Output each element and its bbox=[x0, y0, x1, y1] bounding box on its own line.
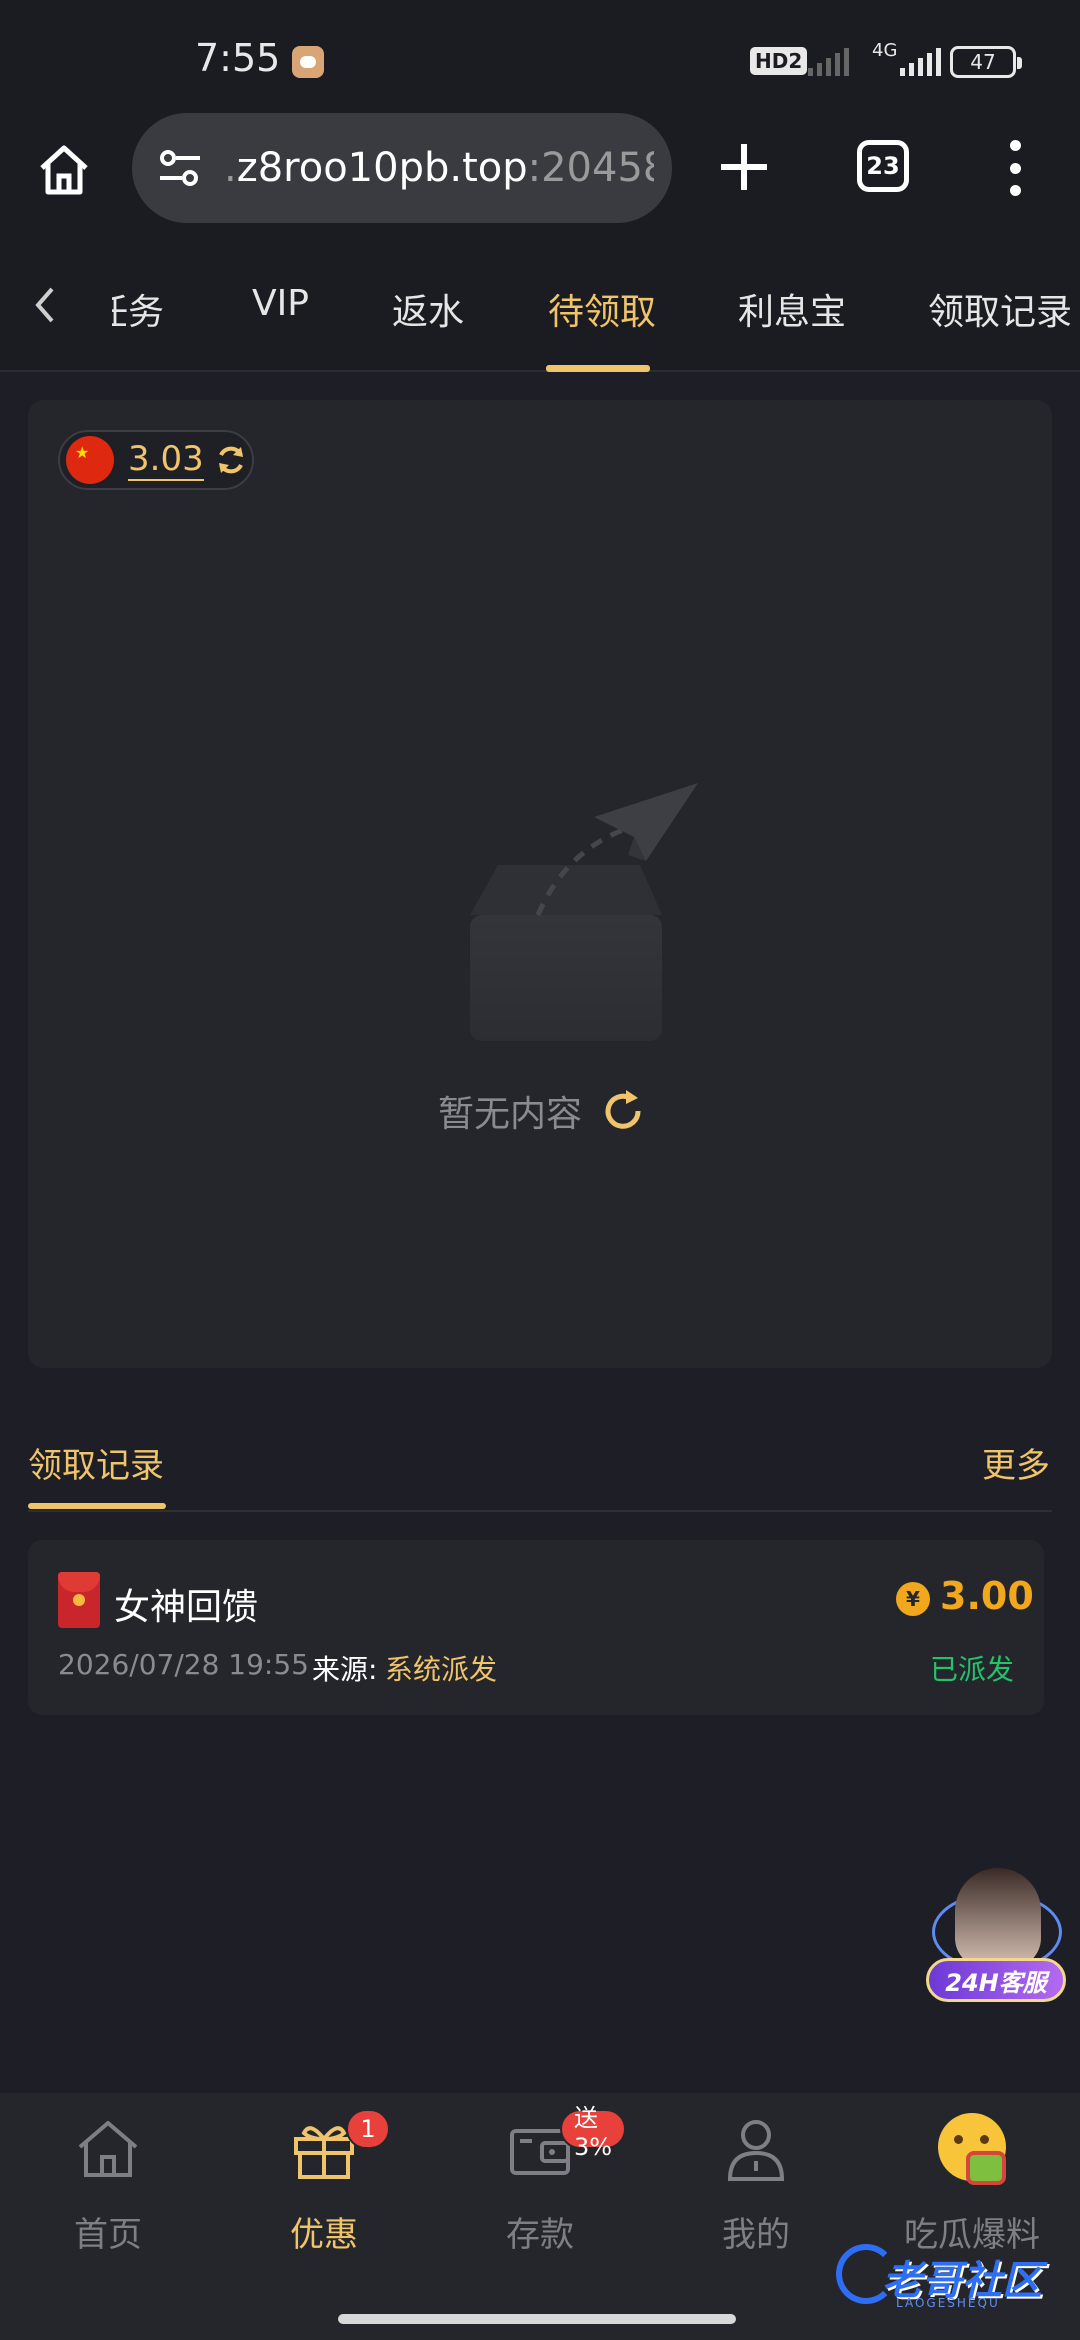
nav-deposit-label: 存款 bbox=[506, 2215, 574, 2255]
site-settings-icon[interactable] bbox=[152, 140, 208, 196]
red-envelope-icon bbox=[58, 1572, 100, 1628]
nav-home-label: 首页 bbox=[74, 2215, 142, 2255]
user-icon bbox=[727, 2120, 785, 2181]
message-notification-icon bbox=[292, 46, 324, 78]
promotions-badge: 1 bbox=[346, 2109, 390, 2149]
melon-emoji-icon bbox=[938, 2113, 1006, 2185]
records-more-link[interactable]: 更多 bbox=[982, 1438, 1050, 1487]
deposit-badge: 送3% bbox=[560, 2104, 627, 2161]
records-title-underline bbox=[28, 1503, 166, 1509]
record-date: 2026/07/28 19:55 bbox=[58, 1648, 309, 1681]
tab-interest[interactable]: 利息宝 bbox=[738, 283, 846, 335]
balance-amount: 3.03 bbox=[128, 439, 204, 481]
chevron-left-icon[interactable] bbox=[30, 285, 60, 325]
pending-claim-panel: ★ 3.03 暂无内容 bbox=[28, 400, 1052, 1368]
hd-voice-icon: HD2 bbox=[750, 47, 808, 75]
nav-profile-label: 我的 bbox=[722, 2215, 790, 2255]
home-icon bbox=[78, 2121, 138, 2177]
records-divider bbox=[28, 1510, 1052, 1512]
tab-rebate[interactable]: 返水 bbox=[392, 283, 464, 335]
refresh-icon[interactable] bbox=[600, 1088, 646, 1134]
watermark-subtext: LAOGESHEQU bbox=[896, 2296, 1000, 2310]
battery-level: 47 bbox=[970, 50, 996, 74]
signal-sim1-icon bbox=[808, 48, 849, 76]
support-badge: 24H客服 bbox=[926, 1958, 1066, 2002]
yuan-coin-icon: ¥ bbox=[896, 1582, 930, 1616]
records-section-title[interactable]: 领取记录 bbox=[28, 1438, 164, 1487]
record-source-label: 来源: bbox=[312, 1653, 378, 1686]
network-type: 4G bbox=[872, 40, 898, 61]
nav-deposit[interactable]: 送3% 存款 bbox=[460, 2104, 627, 2255]
home-indicator[interactable] bbox=[338, 2314, 736, 2324]
nav-promotions-label: 优惠 bbox=[290, 2215, 358, 2255]
url-text: .z8roo10pb.top:20458 bbox=[224, 145, 654, 191]
status-time: 7:55 bbox=[195, 36, 281, 80]
nav-gossip[interactable]: 吃瓜爆料 bbox=[892, 2113, 1052, 2255]
new-tab-plus-icon[interactable] bbox=[715, 138, 773, 196]
more-menu-icon[interactable] bbox=[1005, 140, 1025, 196]
browser-toolbar: .z8roo10pb.top:20458 23 bbox=[0, 110, 1080, 225]
tab-pending-claim[interactable]: 待领取 bbox=[548, 283, 656, 335]
tab-switcher-button[interactable]: 23 bbox=[857, 140, 909, 192]
record-amount: 3.00 bbox=[940, 1574, 1034, 1618]
support-avatar bbox=[955, 1868, 1041, 1968]
tab-claim-history[interactable]: 领取记录 bbox=[928, 283, 1072, 335]
status-bar: 7:55 HD2 4G 47 bbox=[0, 0, 1080, 110]
nav-profile[interactable]: 我的 bbox=[676, 2115, 836, 2255]
category-tabs: 任务 VIP 返水 待领取 利息宝 领取记录 bbox=[0, 225, 1080, 372]
battery-icon: 47 bbox=[950, 46, 1022, 78]
address-bar[interactable]: .z8roo10pb.top:20458 bbox=[132, 113, 672, 223]
refresh-balance-icon[interactable] bbox=[214, 443, 248, 477]
tab-vip[interactable]: VIP bbox=[252, 283, 309, 324]
signal-sim2-icon bbox=[900, 48, 941, 76]
home-icon[interactable] bbox=[34, 140, 94, 200]
record-title: 女神回馈 bbox=[114, 1587, 259, 1628]
record-status: 已派发 bbox=[930, 1653, 1015, 1686]
record-item[interactable]: 女神回馈 ¥ 3.00 2026/07/28 19:55 来源: 系统派发 已派… bbox=[28, 1540, 1044, 1715]
china-flag-icon: ★ bbox=[66, 436, 114, 484]
record-source-value: 系统派发 bbox=[385, 1653, 498, 1686]
tab-tasks[interactable]: 任务 bbox=[112, 283, 164, 335]
watermark-logo: 老哥社区 LAOGESHEQU bbox=[836, 2240, 1066, 2312]
empty-box-icon bbox=[470, 783, 698, 1041]
customer-service-float[interactable]: 24H客服 bbox=[920, 1862, 1070, 2012]
nav-promotions[interactable]: 1 优惠 bbox=[244, 2109, 404, 2255]
balance-pill[interactable]: ★ 3.03 bbox=[58, 430, 254, 490]
active-tab-indicator bbox=[546, 365, 650, 372]
nav-home[interactable]: 首页 bbox=[28, 2115, 188, 2255]
empty-state-text: 暂无内容 bbox=[438, 1094, 583, 1135]
